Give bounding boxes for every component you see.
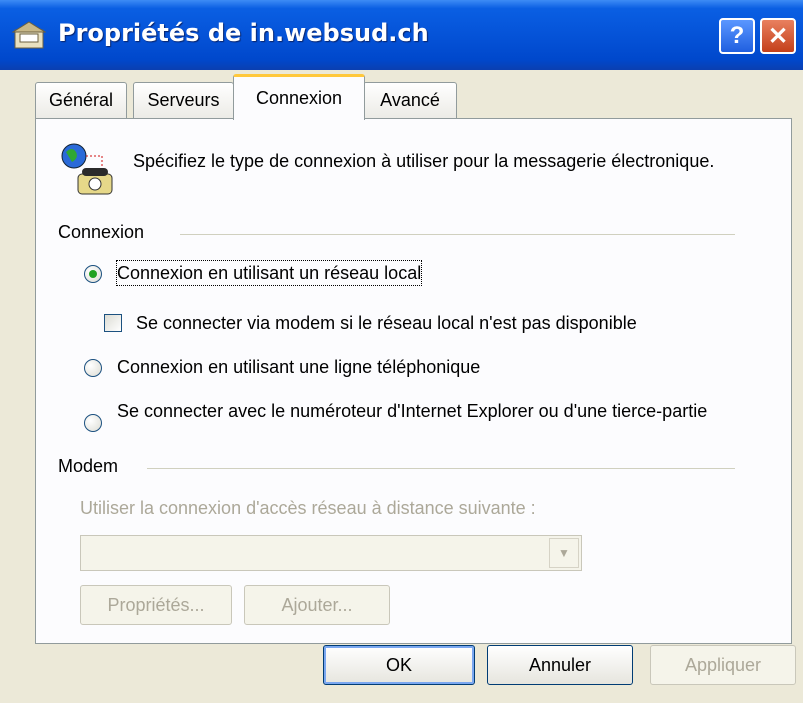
properties-button[interactable]: Propriétés... bbox=[80, 585, 232, 625]
tab-label: Avancé bbox=[380, 90, 440, 110]
modem-group-label: Modem bbox=[58, 456, 119, 476]
modem-fallback-label[interactable]: Se connecter via modem si le réseau loca… bbox=[136, 311, 637, 335]
title-bar[interactable]: Propriétés de in.websud.ch ? ✕ bbox=[0, 0, 803, 70]
help-icon: ? bbox=[729, 22, 745, 49]
tab-advanced[interactable]: Avancé bbox=[363, 82, 457, 118]
modem-connection-prompt: Utiliser la connexion d'accès réseau à d… bbox=[80, 498, 536, 518]
ok-button[interactable]: OK bbox=[323, 645, 475, 685]
modem-fallback-checkbox[interactable] bbox=[104, 314, 122, 332]
window-title: Propriétés de in.websud.ch bbox=[58, 19, 429, 47]
radio-phone-line-label[interactable]: Connexion en utilisant une ligne télépho… bbox=[117, 355, 480, 379]
add-button-label: Ajouter... bbox=[281, 594, 353, 615]
close-button[interactable]: ✕ bbox=[760, 18, 796, 54]
help-button[interactable]: ? bbox=[719, 18, 755, 54]
dialup-connection-select[interactable]: ▼ bbox=[80, 535, 582, 571]
close-icon: ✕ bbox=[767, 22, 789, 50]
ok-button-label: OK bbox=[385, 654, 412, 675]
intro-text: Spécifiez le type de connexion à utilise… bbox=[133, 151, 715, 171]
tab-connexion[interactable]: Connexion bbox=[233, 74, 365, 120]
globe-telephone-icon bbox=[61, 143, 113, 195]
tab-label: Général bbox=[48, 90, 114, 110]
modem-group-divider bbox=[147, 468, 735, 469]
properties-dialog: Propriétés de in.websud.ch ? ✕ Général S… bbox=[0, 0, 803, 703]
add-button[interactable]: Ajouter... bbox=[244, 585, 390, 625]
mail-account-icon bbox=[12, 21, 46, 49]
chevron-down-icon[interactable]: ▼ bbox=[549, 538, 579, 568]
radio-lan[interactable] bbox=[84, 265, 102, 283]
cancel-button-label: Annuler bbox=[528, 654, 592, 675]
properties-button-label: Propriétés... bbox=[107, 594, 205, 615]
radio-phone-line[interactable] bbox=[84, 359, 102, 377]
apply-button-label: Appliquer bbox=[684, 654, 762, 675]
tab-label: Connexion bbox=[255, 88, 343, 108]
connexion-group-divider bbox=[180, 234, 735, 235]
radio-dialer[interactable] bbox=[84, 414, 102, 432]
tab-label: Serveurs bbox=[147, 90, 220, 110]
connexion-group-label: Connexion bbox=[58, 222, 145, 242]
apply-button[interactable]: Appliquer bbox=[650, 645, 796, 685]
radio-dialer-label[interactable]: Se connecter avec le numéroteur d'Intern… bbox=[117, 398, 717, 424]
cancel-button[interactable]: Annuler bbox=[487, 645, 633, 685]
tab-general[interactable]: Général bbox=[35, 82, 127, 118]
tab-servers[interactable]: Serveurs bbox=[133, 82, 234, 118]
radio-lan-label[interactable]: Connexion en utilisant un réseau local bbox=[115, 260, 423, 286]
